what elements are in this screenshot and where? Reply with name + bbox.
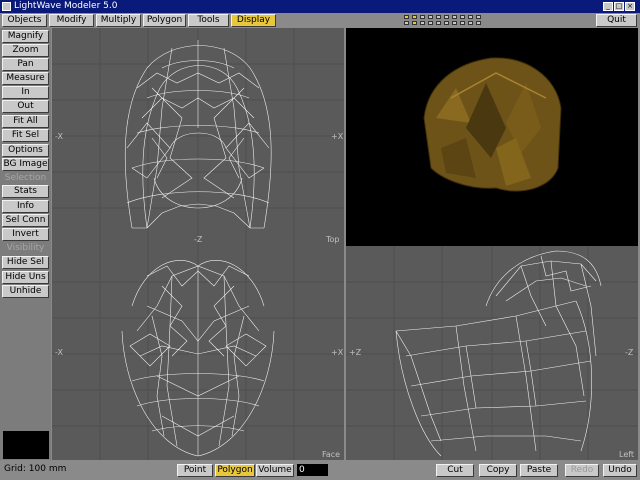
viewport-label-face: Face xyxy=(322,450,341,459)
layer-button[interactable] xyxy=(460,21,465,25)
layer-button[interactable] xyxy=(476,21,481,25)
axis-label-top-left: -X xyxy=(55,132,63,141)
numeric-preview-panel xyxy=(3,431,49,459)
tab-polygon[interactable]: Polygon xyxy=(143,14,186,27)
layer-button[interactable] xyxy=(412,15,417,19)
magnify-button[interactable]: Magnify xyxy=(2,30,49,43)
layer-button[interactable] xyxy=(428,15,433,19)
hide-uns-button[interactable]: Hide Uns xyxy=(2,271,49,284)
axis-label-left-left: +Z xyxy=(349,348,362,357)
layer-button[interactable] xyxy=(444,21,449,25)
tab-tools[interactable]: Tools xyxy=(188,14,229,27)
close-button[interactable]: × xyxy=(625,2,635,11)
layer-button[interactable] xyxy=(468,15,473,19)
layer-button[interactable] xyxy=(436,21,441,25)
measure-button[interactable]: Measure xyxy=(2,72,49,85)
status-bar: Grid: 100 mm Point Polygon Volume 0 Cut … xyxy=(0,460,640,480)
undo-button[interactable]: Undo xyxy=(603,464,637,477)
quit-button[interactable]: Quit xyxy=(596,14,637,27)
tab-display[interactable]: Display xyxy=(231,14,276,27)
numeric-field[interactable]: 0 xyxy=(297,464,328,476)
sidebar: Magnify Zoom Pan Measure In Out Fit All … xyxy=(0,28,51,460)
rendered-hair-model xyxy=(423,57,562,192)
minimize-button[interactable]: _ xyxy=(603,2,613,11)
paste-button[interactable]: Paste xyxy=(520,464,558,477)
layer-button[interactable] xyxy=(452,15,457,19)
top-wireframe xyxy=(52,28,344,246)
sel-conn-button[interactable]: Sel Conn xyxy=(2,214,49,227)
layer-button[interactable] xyxy=(444,15,449,19)
viewport-top[interactable]: -X +X -Z Top xyxy=(52,28,344,246)
window-title: LightWave Modeler 5.0 xyxy=(14,1,118,11)
info-button[interactable]: Info xyxy=(2,200,49,213)
viewport-label-top: Top xyxy=(326,235,340,244)
selection-section-label: Selection xyxy=(4,173,47,183)
viewport-left[interactable]: +Z -Z Left xyxy=(346,246,638,460)
layer-button[interactable] xyxy=(404,21,409,25)
viewport-perspective[interactable] xyxy=(346,28,638,246)
tab-objects[interactable]: Objects xyxy=(2,14,47,27)
layer-button[interactable] xyxy=(436,15,441,19)
pan-button[interactable]: Pan xyxy=(2,58,49,71)
stats-button[interactable]: Stats xyxy=(2,185,49,198)
fit-sel-button[interactable]: Fit Sel xyxy=(2,129,49,142)
layer-button[interactable] xyxy=(428,21,433,25)
tab-modify[interactable]: Modify xyxy=(49,14,94,27)
hide-sel-button[interactable]: Hide Sel xyxy=(2,256,49,269)
axis-label-left-right: -Z xyxy=(625,348,634,357)
bg-image-button[interactable]: BG Image xyxy=(2,158,49,171)
polygon-mode-button[interactable]: Polygon xyxy=(215,464,255,477)
tab-multiply[interactable]: Multiply xyxy=(96,14,141,27)
redo-button[interactable]: Redo xyxy=(565,464,599,477)
axis-label-top-right: +X xyxy=(331,132,344,141)
options-button[interactable]: Options xyxy=(2,144,49,157)
copy-button[interactable]: Copy xyxy=(479,464,517,477)
zoom-in-button[interactable]: In xyxy=(2,86,49,99)
menu-bar: Objects Modify Multiply Polygon Tools Di… xyxy=(0,13,640,28)
layer-button[interactable] xyxy=(476,15,481,19)
layer-button[interactable] xyxy=(420,15,425,19)
invert-button[interactable]: Invert xyxy=(2,228,49,241)
cut-button[interactable]: Cut xyxy=(436,464,474,477)
layer-button[interactable] xyxy=(412,21,417,25)
layer-button[interactable] xyxy=(460,15,465,19)
layer-button[interactable] xyxy=(404,15,409,19)
axis-label-face-left: -X xyxy=(55,348,63,357)
visibility-section-label: Visibility xyxy=(6,243,45,253)
viewport-label-left: Left xyxy=(619,450,635,459)
axis-label-face-right: +X xyxy=(331,348,344,357)
layer-selector[interactable] xyxy=(404,14,488,28)
grid-size-readout: Grid: 100 mm xyxy=(4,464,67,474)
volume-mode-button[interactable]: Volume xyxy=(256,464,294,477)
title-bar: LightWave Modeler 5.0 _ □ × xyxy=(0,0,640,13)
maximize-button[interactable]: □ xyxy=(614,2,624,11)
fit-all-button[interactable]: Fit All xyxy=(2,115,49,128)
zoom-button[interactable]: Zoom xyxy=(2,44,49,57)
left-wireframe xyxy=(346,246,638,460)
point-mode-button[interactable]: Point xyxy=(177,464,213,477)
layer-button[interactable] xyxy=(420,21,425,25)
unhide-button[interactable]: Unhide xyxy=(2,285,49,298)
face-wireframe xyxy=(52,246,344,460)
viewport-face[interactable]: -X +X Face xyxy=(52,246,344,460)
app-icon[interactable] xyxy=(2,2,11,11)
axis-label-top-bottom: -Z xyxy=(194,235,203,244)
layer-button[interactable] xyxy=(452,21,457,25)
layer-button[interactable] xyxy=(468,21,473,25)
zoom-out-button[interactable]: Out xyxy=(2,100,49,113)
